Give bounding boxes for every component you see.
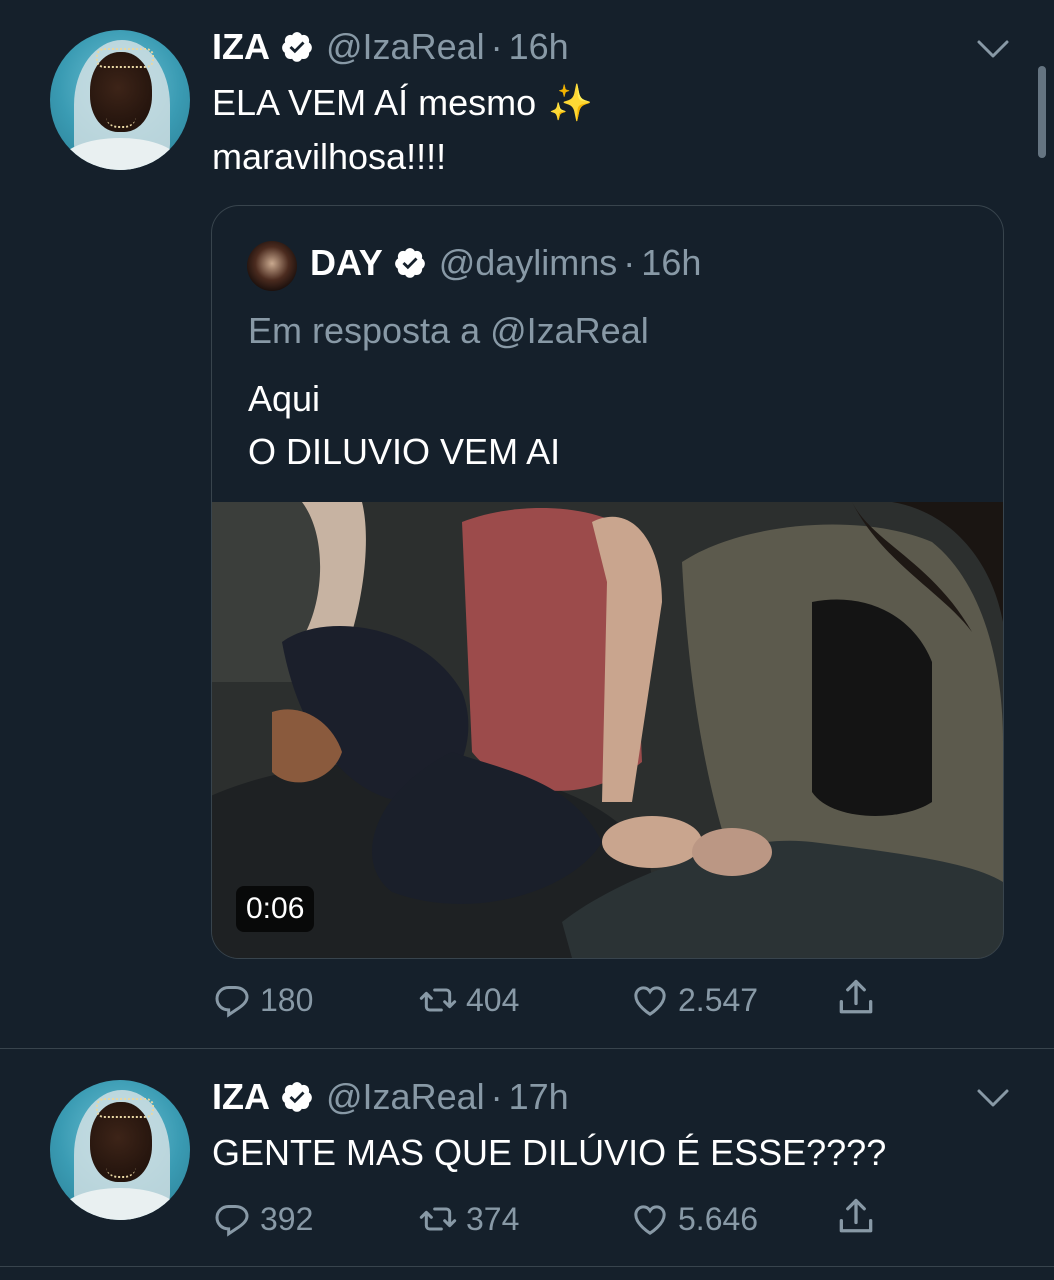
- like-button[interactable]: 5.646: [630, 1199, 758, 1239]
- like-icon: [634, 1205, 666, 1235]
- share-icon: [839, 1198, 873, 1233]
- quoted-tweet[interactable]: DAY @daylimns · 16h Em resposta a @IzaRe…: [211, 205, 1004, 959]
- tweet-divider: [0, 1266, 1054, 1267]
- retweet-count: 404: [466, 981, 520, 1018]
- video-player[interactable]: 0:06: [212, 502, 1003, 958]
- separator-dot: ·: [490, 1076, 503, 1117]
- like-icon: [634, 986, 666, 1016]
- author-handle: @daylimns: [438, 242, 618, 283]
- like-count: 2.547: [678, 981, 759, 1018]
- chevron-down-icon[interactable]: [976, 1087, 1010, 1109]
- video-frame: [212, 502, 1003, 958]
- author-handle[interactable]: @IzaReal: [326, 26, 485, 68]
- like-count: 5.646: [678, 1200, 759, 1237]
- timestamp[interactable]: 16h: [509, 26, 569, 68]
- author-name: DAY: [310, 242, 383, 283]
- reply-count: 392: [260, 1200, 314, 1237]
- avatar[interactable]: [247, 241, 297, 291]
- tweet-header: IZA @IzaReal · 17h: [212, 1076, 569, 1118]
- author-name[interactable]: IZA: [212, 1076, 270, 1118]
- tweet-actions: 180 404 2.547: [212, 979, 912, 1024]
- tweet-text-line: Aqui: [248, 378, 321, 419]
- chevron-down-icon[interactable]: [976, 38, 1010, 60]
- reply-button[interactable]: 392: [212, 1199, 313, 1239]
- like-button[interactable]: 2.547: [630, 980, 758, 1020]
- quoted-tweet-text: Aqui O DILUVIO VEM AI: [248, 372, 560, 478]
- tweet-header: IZA @IzaReal · 16h: [212, 26, 569, 68]
- verified-badge-icon: [282, 1082, 312, 1112]
- retweet-button[interactable]: 404: [418, 980, 519, 1020]
- verified-badge-icon: [394, 248, 425, 278]
- retweet-icon: [419, 1207, 457, 1231]
- tweet[interactable]: IZA @IzaReal · 16h ELA VEM AÍ mesmo ✨ mar…: [0, 0, 1054, 1048]
- tweet-actions: 392 374 5.646: [212, 1198, 912, 1243]
- reply-context: Em resposta a @IzaReal: [248, 310, 649, 351]
- avatar[interactable]: [50, 30, 190, 170]
- share-button[interactable]: [834, 1195, 886, 1239]
- share-icon: [839, 979, 873, 1014]
- sparkles-icon: ✨: [548, 82, 593, 123]
- verified-badge-icon: [282, 32, 312, 62]
- tweet-text-line: GENTE MAS QUE DILÚVIO É ESSE????: [212, 1132, 887, 1173]
- retweet-icon: [419, 988, 457, 1012]
- share-button[interactable]: [834, 976, 886, 1020]
- timestamp[interactable]: 17h: [509, 1076, 569, 1118]
- tweet-text-line: O DILUVIO VEM AI: [248, 431, 561, 472]
- timestamp: 16h: [641, 242, 702, 283]
- reply-button[interactable]: 180: [212, 980, 313, 1020]
- separator-dot: ·: [490, 26, 503, 67]
- retweet-count: 374: [466, 1200, 520, 1237]
- tweet-text-line: ELA VEM AÍ mesmo: [212, 82, 537, 123]
- reply-icon: [215, 986, 249, 1018]
- tweet-text-line: maravilhosa!!!!: [212, 136, 447, 177]
- tweet-text: ELA VEM AÍ mesmo ✨ maravilhosa!!!!: [212, 76, 593, 184]
- quoted-tweet-header: DAY @daylimns · 16h: [310, 242, 701, 284]
- avatar[interactable]: [50, 1080, 190, 1220]
- video-duration: 0:06: [236, 886, 315, 932]
- reply-icon: [215, 1205, 249, 1237]
- author-handle[interactable]: @IzaReal: [326, 1076, 485, 1118]
- tweet-text: GENTE MAS QUE DILÚVIO É ESSE????: [212, 1126, 886, 1180]
- timeline: IZA @IzaReal · 16h ELA VEM AÍ mesmo ✨ mar…: [0, 0, 1054, 1280]
- separator-dot: ·: [623, 242, 636, 283]
- tweet[interactable]: IZA @IzaReal · 17h GENTE MAS QUE DILÚVIO…: [0, 1049, 1054, 1280]
- author-name[interactable]: IZA: [212, 26, 270, 68]
- scrollbar[interactable]: [1038, 66, 1046, 158]
- retweet-button[interactable]: 374: [418, 1199, 519, 1239]
- reply-count: 180: [260, 981, 314, 1018]
